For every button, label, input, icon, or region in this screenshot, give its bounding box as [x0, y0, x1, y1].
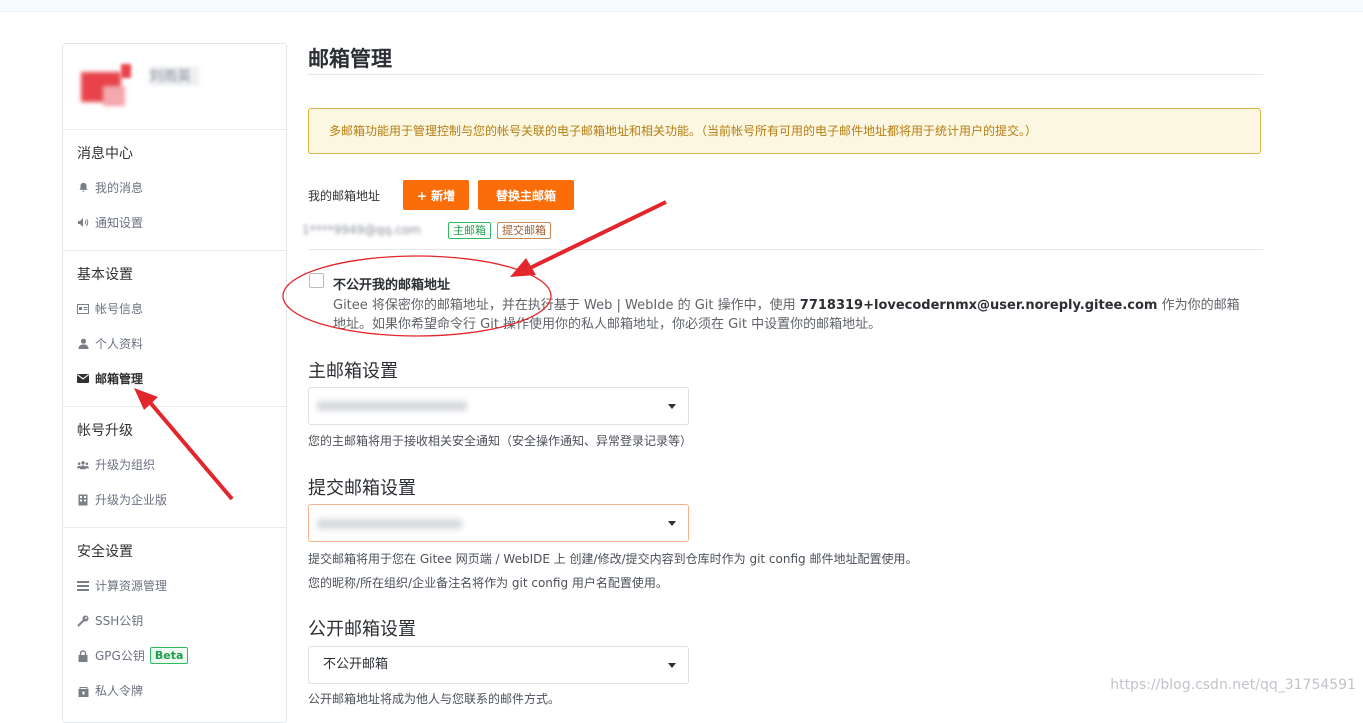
- key-icon: [77, 615, 89, 627]
- list-icon: [77, 580, 89, 592]
- private-email-label[interactable]: 不公开我的邮箱地址: [333, 274, 450, 293]
- sidebar-item-label: 帐号信息: [95, 302, 144, 316]
- public-email-help: 公开邮箱地址将成为他人与您联系的邮件方式。: [308, 692, 561, 706]
- primary-email-help: 您的主邮箱将用于接收相关安全通知（安全操作通知、异常登录记录等）: [308, 434, 693, 448]
- commit-email-select[interactable]: [308, 504, 689, 542]
- sidebar-item-label: 我的消息: [95, 181, 144, 195]
- caret-down-icon: [668, 663, 676, 668]
- sidebar-item-email-management[interactable]: 邮箱管理: [63, 361, 286, 396]
- sidebar-item-label: 升级为企业版: [95, 493, 168, 507]
- sidebar-heading: 安全设置: [77, 544, 133, 560]
- noreply-email: 7718319+lovecodernmx@user.noreply.gitee.…: [799, 298, 1158, 313]
- arrow-head: [510, 258, 536, 277]
- sidebar-heading: 消息中心: [77, 146, 133, 162]
- bell-icon: [77, 182, 89, 194]
- primary-email-tag: 主邮箱: [448, 221, 491, 239]
- commit-email-tag: 提交邮箱: [497, 221, 551, 239]
- sidebar-item-profile[interactable]: 个人资料: [63, 326, 286, 361]
- commit-email-settings-title: 提交邮箱设置: [308, 478, 416, 499]
- add-email-button[interactable]: + 新增: [403, 180, 469, 210]
- replace-primary-email-button[interactable]: 替换主邮箱: [478, 180, 574, 210]
- sidebar-item-account-info[interactable]: 帐号信息: [63, 291, 286, 326]
- envelope-icon: [77, 373, 89, 385]
- lock-icon: [77, 649, 89, 662]
- volume-icon: [77, 217, 89, 229]
- sidebar-item-label: SSH公钥: [95, 614, 144, 628]
- sidebar-item-private-tokens[interactable]: 私人令牌: [63, 673, 286, 708]
- sidebar-item-label: 个人资料: [95, 337, 144, 351]
- username[interactable]: 刘雨英: [149, 66, 191, 86]
- public-email-value: 不公开邮箱: [323, 657, 389, 672]
- user-icon: [77, 338, 89, 350]
- id-card-icon: [77, 303, 89, 315]
- avatar[interactable]: [77, 62, 135, 110]
- email-address: 1****9949@qq.com: [302, 223, 421, 237]
- page-title: 邮箱管理: [308, 47, 392, 71]
- sidebar-section-basic: 基本设置 帐号信息 个人资料 邮箱管理: [63, 251, 286, 407]
- sidebar-section-messages: 消息中心 我的消息 通知设置: [63, 130, 286, 251]
- sidebar-heading: 基本设置: [77, 267, 133, 283]
- token-icon: [77, 685, 89, 697]
- public-email-settings-title: 公开邮箱设置: [308, 619, 416, 640]
- sidebar-item-label: 私人令牌: [95, 684, 144, 698]
- select-value-blurred: [317, 401, 467, 411]
- sidebar-item-compute-resources[interactable]: 计算资源管理: [63, 568, 286, 603]
- primary-email-select[interactable]: [308, 387, 689, 425]
- sidebar-item-notification-settings[interactable]: 通知设置: [63, 205, 286, 240]
- sidebar-item-label: 通知设置: [95, 216, 144, 230]
- public-email-select[interactable]: 不公开邮箱: [308, 646, 689, 684]
- info-notice: 多邮箱功能用于管理控制与您的帐号关联的电子邮箱地址和相关功能。（当前帐号所有可用…: [308, 108, 1261, 154]
- sidebar-item-label: 计算资源管理: [95, 579, 168, 593]
- private-email-description: Gitee 将保密你的邮箱地址，并在执行基于 Web | WebIde 的 Gi…: [333, 298, 1240, 332]
- primary-email-settings-title: 主邮箱设置: [308, 361, 398, 382]
- sidebar-item-label: 邮箱管理: [95, 372, 144, 386]
- sidebar-item-label: GPG公钥: [95, 649, 145, 663]
- users-icon: [77, 459, 89, 471]
- caret-down-icon: [668, 521, 676, 526]
- user-profile-box[interactable]: 刘雨英: [63, 44, 286, 130]
- caret-down-icon: [668, 404, 676, 409]
- email-list-item: 1****9949@qq.com 主邮箱 提交邮箱: [302, 221, 551, 239]
- beta-badge: Beta: [149, 647, 189, 664]
- top-bar: [0, 0, 1363, 12]
- watermark: https://blog.csdn.net/qq_31754591: [1110, 677, 1356, 693]
- settings-sidebar: 刘雨英 消息中心 我的消息 通知设置 基本设置 帐号信息 个人资料 邮箱管理 帐…: [62, 43, 287, 723]
- sidebar-item-ssh-keys[interactable]: SSH公钥: [63, 603, 286, 638]
- divider: [308, 74, 1263, 75]
- sidebar-item-my-messages[interactable]: 我的消息: [63, 170, 286, 205]
- commit-email-help: 提交邮箱将用于您在 Gitee 网页端 / WebIDE 上 创建/修改/提交内…: [308, 552, 918, 566]
- sidebar-item-gpg-keys[interactable]: GPG公钥 Beta: [63, 638, 286, 673]
- select-value-blurred: [317, 519, 462, 529]
- sidebar-heading: 帐号升级: [77, 423, 133, 439]
- sidebar-section-security: 安全设置 计算资源管理 SSH公钥 GPG公钥 Beta 私人令牌: [63, 528, 286, 718]
- sidebar-item-label: 升级为组织: [95, 458, 156, 472]
- sidebar-item-upgrade-org[interactable]: 升级为组织: [63, 447, 286, 482]
- private-email-checkbox[interactable]: [309, 273, 324, 288]
- building-icon: [77, 494, 89, 506]
- my-email-label: 我的邮箱地址: [308, 189, 381, 203]
- divider: [308, 249, 1263, 250]
- commit-email-help-2: 您的昵称/所在组织/企业备注名将作为 git config 用户名配置使用。: [308, 576, 668, 590]
- sidebar-section-upgrade: 帐号升级 升级为组织 升级为企业版: [63, 407, 286, 528]
- sidebar-item-upgrade-enterprise[interactable]: 升级为企业版: [63, 482, 286, 517]
